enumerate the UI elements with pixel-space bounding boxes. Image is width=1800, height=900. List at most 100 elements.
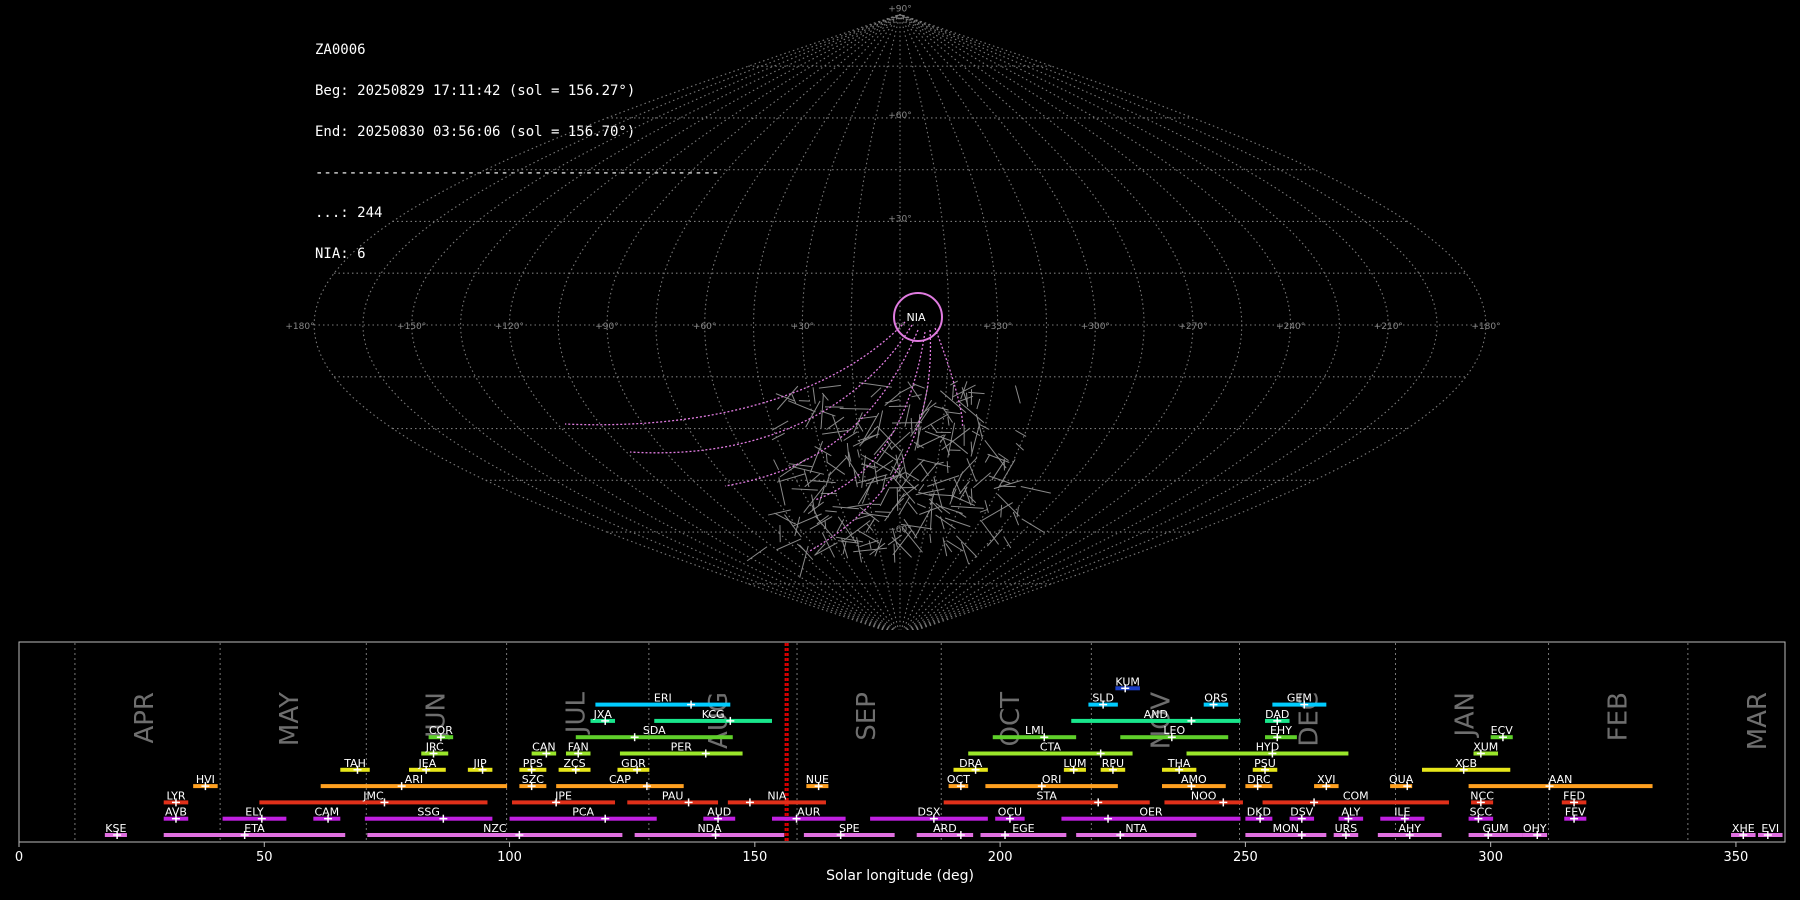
lon-tick-label: +60° <box>693 322 717 332</box>
meteor-track <box>825 471 831 488</box>
shower-code-label: DRA <box>959 757 983 770</box>
meteor-track <box>870 387 882 398</box>
meridian-line <box>362 13 901 630</box>
meteor-track <box>874 511 891 513</box>
meteor-track <box>918 483 925 492</box>
shower-code-label: STA <box>1037 789 1058 802</box>
shower-code-label: MON <box>1273 822 1299 835</box>
meridian-line <box>899 13 1438 630</box>
shower-code-label: ZCS <box>563 757 585 770</box>
shower-nue: NUE <box>806 773 829 791</box>
x-tick-label: 200 <box>988 850 1013 865</box>
shower-code-label: KUM <box>1115 675 1139 688</box>
shower-code-label: COM <box>1343 789 1369 802</box>
shower-fev: FEV <box>1564 806 1587 823</box>
meteor-track <box>818 384 842 389</box>
shower-code-label: TAH <box>343 757 366 770</box>
shower-code-label: EGE <box>1012 822 1034 835</box>
shower-code-label: CAN <box>532 741 555 754</box>
shower-psu: PSU <box>1252 757 1278 774</box>
meteor-track <box>951 471 964 494</box>
meteor-track <box>946 540 964 552</box>
shower-code-label: JXA <box>593 708 613 721</box>
meteor-track <box>945 543 953 553</box>
shower-pps: PPS <box>519 757 547 774</box>
shower-code-label: DKD <box>1247 806 1271 819</box>
meteor-track <box>857 433 880 442</box>
shower-fed: FED <box>1561 789 1587 807</box>
nia-meteor-track <box>629 324 913 454</box>
nia-meteor-track <box>807 329 932 553</box>
meteor-track <box>979 424 990 430</box>
lon-tick-label: +180° <box>285 322 314 332</box>
meteor-track <box>1000 504 1003 518</box>
meteor-track <box>919 462 929 477</box>
meteor-track <box>905 472 920 481</box>
shower-code-label: URS <box>1335 822 1358 835</box>
shower-code-label: LEO <box>1163 724 1185 737</box>
meteor-track <box>912 383 925 389</box>
meteor-track <box>946 461 949 474</box>
shower-code-label: ALY <box>1341 806 1360 819</box>
shower-code-label: PAU <box>662 789 684 802</box>
shower-code-label: NZC <box>483 822 507 835</box>
shower-timeline: APR MAY JUN JUL AUG SEP OCT NOV DEC JAN FEB MAR KUM… <box>15 641 1786 865</box>
shower-avb: AVB <box>163 806 189 823</box>
shower-code-label: DSV <box>1290 806 1313 819</box>
shower-code-label: QUA <box>1389 773 1414 786</box>
meteor-track <box>1014 385 1021 404</box>
shower-code-label: JRC <box>425 741 444 754</box>
shower-code-label: DRC <box>1247 773 1271 786</box>
shower-code-label: FAN <box>568 741 589 754</box>
shower-szc: SZC <box>519 773 547 791</box>
shower-code-label: DAD <box>1265 708 1289 721</box>
meteor-track <box>910 417 913 434</box>
shower-code-label: SPE <box>839 822 860 835</box>
meteor-track <box>945 411 961 415</box>
nia-meteor-track <box>814 331 926 501</box>
lon-tick-label: +330° <box>983 322 1012 332</box>
meteor-track <box>746 546 768 562</box>
shower-code-label: CTA <box>1040 741 1062 754</box>
month-label: JAN <box>1450 692 1480 738</box>
shower-dsv: DSV <box>1289 806 1315 823</box>
shower-xhe: XHE <box>1731 822 1756 839</box>
shower-code-label: GDR <box>621 757 646 770</box>
meteor-track <box>976 398 981 410</box>
month-label: APR <box>130 692 160 744</box>
meteor-track <box>934 405 949 411</box>
meteor-track <box>822 429 850 435</box>
meteor-track <box>776 385 799 410</box>
shower-code-label: JPE <box>554 789 572 802</box>
shower-code-label: AAN <box>1549 773 1573 786</box>
meteor-track <box>979 508 988 513</box>
shower-fan: FAN <box>565 741 591 758</box>
shower-code-label: NTA <box>1125 822 1147 835</box>
meteor-track <box>771 432 785 441</box>
shower-code-label: ORI <box>1042 773 1062 786</box>
shower-code-label: XCB <box>1455 757 1477 770</box>
lon-tick-label: +300° <box>1081 322 1110 332</box>
meteor-track <box>775 393 795 402</box>
meteor-track <box>805 400 821 428</box>
shower-code-label: ORS <box>1204 692 1227 705</box>
shower-code-label: AND <box>1144 708 1168 721</box>
lon-tick-label: +270° <box>1178 322 1207 332</box>
shower-code-label: ILE <box>1394 806 1410 819</box>
shower-urs: URS <box>1333 822 1359 839</box>
meteor-track <box>857 449 860 458</box>
shower-code-label: COR <box>429 724 453 737</box>
lat-tick-label: +60° <box>888 111 912 121</box>
lat-tick-label: −60° <box>888 525 912 535</box>
shower-code-label: AHY <box>1398 822 1421 835</box>
meteor-track <box>825 453 828 464</box>
shower-code-label: ARD <box>933 822 957 835</box>
meteor-track <box>947 416 950 426</box>
lon-tick-label: +240° <box>1276 322 1305 332</box>
meteor-track <box>970 488 973 503</box>
meteor-track <box>968 391 985 395</box>
shower-code-label: JEA <box>418 757 437 770</box>
shower-can: CAN <box>531 741 557 758</box>
meteor-track <box>955 535 978 558</box>
meteor-track <box>773 459 780 471</box>
